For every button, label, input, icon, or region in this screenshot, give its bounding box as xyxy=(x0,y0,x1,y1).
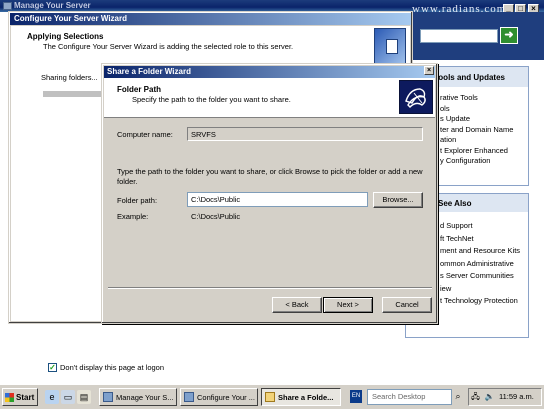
tools-link[interactable]: rative Tools xyxy=(440,93,528,104)
taskbar: Start e ▭ ▤ Manage Your S... Configure Y… xyxy=(0,384,544,409)
share-wizard-titlebar: Share a Folder Wizard xyxy=(104,66,435,78)
configure-wizard-subheading: The Configure Your Server Wizard is addi… xyxy=(43,42,294,51)
start-button[interactable]: Start xyxy=(2,388,38,406)
see-also-link[interactable]: iew xyxy=(440,283,528,296)
page-title: Folder Path xyxy=(117,85,162,94)
see-also-link[interactable]: s Server Communities xyxy=(440,270,528,283)
clock[interactable]: 11:59 a.m. xyxy=(499,392,534,401)
quick-launch-desktop-icon[interactable]: ▭ xyxy=(61,390,75,404)
tools-link[interactable]: ter and Domain Name xyxy=(440,125,528,136)
logon-checkbox[interactable]: ✓ xyxy=(48,363,57,372)
share-folder-icon xyxy=(399,80,433,114)
server-app-icon xyxy=(3,2,12,10)
quick-launch-server-icon[interactable]: ▤ xyxy=(77,390,91,404)
language-indicator[interactable]: EN xyxy=(350,390,362,403)
close-icon[interactable]: × xyxy=(424,66,434,75)
progress-bar xyxy=(43,91,103,97)
desktop-search-input[interactable]: Search Desktop xyxy=(367,389,452,405)
see-also-link[interactable]: ft TechNet xyxy=(440,233,528,246)
computer-name-label: Computer name: xyxy=(117,130,173,139)
tools-link[interactable]: t Explorer Enhanced xyxy=(440,146,528,157)
see-also-link[interactable]: d Support xyxy=(440,220,528,233)
folder-path-input[interactable]: C:\Docs\Public xyxy=(187,192,368,207)
next-button[interactable]: Next > xyxy=(323,297,373,313)
window-title: Manage Your Server xyxy=(14,1,91,10)
see-also-link[interactable]: t Technology Protection xyxy=(440,295,528,308)
cancel-button[interactable]: Cancel xyxy=(382,297,432,313)
tools-link[interactable]: ation xyxy=(440,135,528,146)
see-also-link[interactable]: ommon Administrative xyxy=(440,258,528,271)
browse-button[interactable]: Browse... xyxy=(373,192,423,208)
tools-link[interactable]: ols xyxy=(440,104,528,115)
button-divider xyxy=(108,287,432,289)
tools-link[interactable]: y Configuration xyxy=(440,156,528,167)
wizard-icon xyxy=(184,392,194,402)
back-button[interactable]: < Back xyxy=(272,297,322,313)
search-input[interactable] xyxy=(420,29,498,43)
windows-logo-icon xyxy=(5,392,14,402)
tools-link[interactable]: s Update xyxy=(440,114,528,125)
wizard-graphic-icon xyxy=(374,28,406,64)
quick-launch-browser-icon[interactable]: e xyxy=(45,390,59,404)
configure-wizard-titlebar: Configure Your Server Wizard xyxy=(10,13,411,25)
search-icon[interactable]: ⌕ xyxy=(453,390,463,402)
see-also-link[interactable]: ment and Resource Kits xyxy=(440,245,528,258)
task-share-wizard[interactable]: Share a Folde... xyxy=(261,388,341,406)
folder-icon xyxy=(265,392,275,402)
example-value: C:\Docs\Public xyxy=(191,212,241,221)
configure-wizard-body xyxy=(11,67,103,321)
share-wizard-header: Folder Path Specify the path to the fold… xyxy=(104,78,435,118)
go-button[interactable]: ➜ xyxy=(500,27,518,44)
instructions-text: Type the path to the folder you want to … xyxy=(117,167,423,186)
logon-option[interactable]: ✓ Don't display this page at logon xyxy=(48,363,164,372)
network-icon[interactable]: 🖧 xyxy=(470,391,481,402)
volume-icon[interactable]: 🔈 xyxy=(484,391,495,402)
example-label: Example: xyxy=(117,212,149,221)
task-configure-wizard[interactable]: Configure Your ... xyxy=(180,388,258,406)
server-icon xyxy=(103,392,113,402)
page-subtitle: Specify the path to the folder you want … xyxy=(132,95,291,104)
folder-path-label: Folder path: xyxy=(117,196,158,205)
logon-label: Don't display this page at logon xyxy=(60,363,165,372)
computer-name-field: SRVFS xyxy=(187,127,423,141)
task-manage-server[interactable]: Manage Your S... xyxy=(99,388,177,406)
configure-wizard-heading: Applying Selections xyxy=(27,32,104,41)
status-text: Sharing folders... xyxy=(41,73,98,82)
